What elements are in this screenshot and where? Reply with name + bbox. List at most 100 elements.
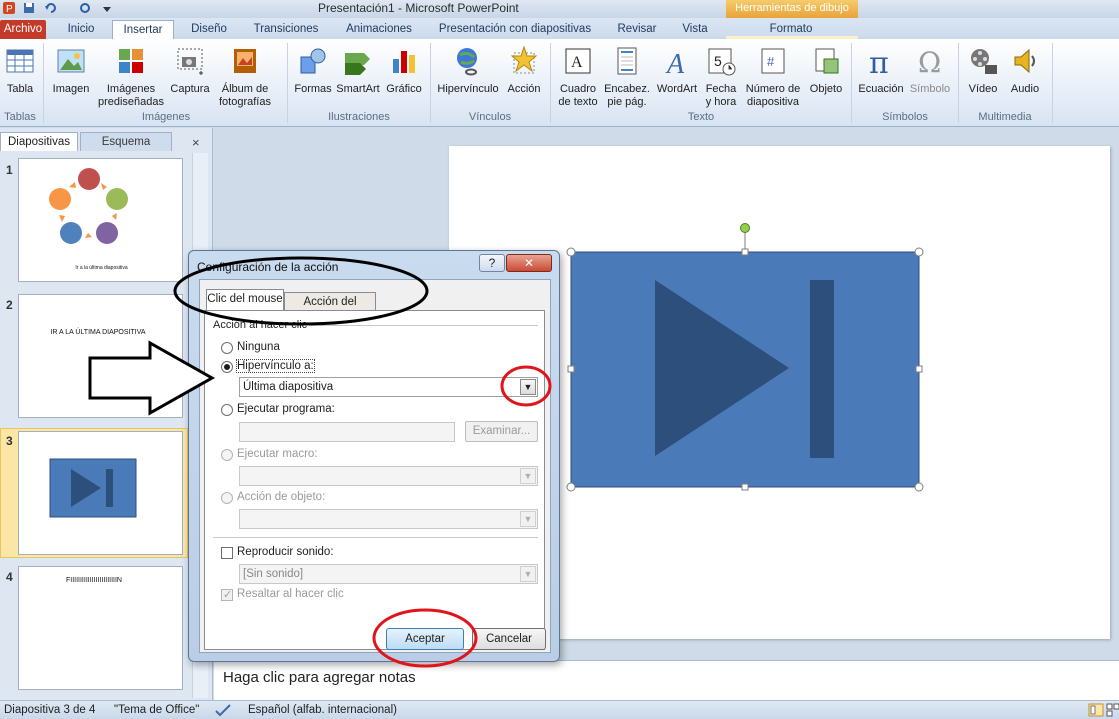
smartart-button[interactable]: SmartArt bbox=[336, 45, 380, 96]
slide-number: 3 bbox=[6, 434, 13, 448]
customize-toolbar-icon[interactable] bbox=[100, 1, 114, 15]
encabezado-pie-button[interactable]: Encabez. pie pág. bbox=[602, 45, 652, 109]
tab-revisar[interactable]: Revisar bbox=[612, 20, 662, 39]
sound-select[interactable]: [Sin sonido] ▼ bbox=[239, 564, 538, 584]
dropdown-arrow-icon[interactable]: ▼ bbox=[520, 379, 536, 395]
slide-thumbnail-2[interactable]: IR A LA ÚLTIMA DIAPOSITIVA bbox=[18, 294, 183, 418]
slide-number: 2 bbox=[6, 298, 13, 312]
normal-view-icon[interactable] bbox=[1088, 703, 1104, 717]
svg-text:A: A bbox=[571, 54, 583, 71]
tab-archivo[interactable]: Archivo bbox=[0, 20, 46, 39]
video-button[interactable]: Vídeo bbox=[962, 45, 1004, 96]
table-icon bbox=[6, 49, 34, 73]
slide-sorter-view-icon[interactable] bbox=[1106, 703, 1119, 717]
imagen-button[interactable]: Imagen bbox=[48, 45, 94, 96]
redo-icon[interactable] bbox=[78, 1, 92, 15]
slide-thumbnail-1[interactable]: Ir a la última diapositiva bbox=[18, 158, 183, 282]
label-resaltar[interactable]: Resaltar al hacer clic bbox=[237, 588, 344, 600]
play-sound-checkbox[interactable] bbox=[221, 547, 233, 559]
slide-number: 1 bbox=[6, 163, 13, 177]
dropdown-arrow-icon[interactable]: ▼ bbox=[520, 566, 536, 582]
label-ejecutar-programa[interactable]: Ejecutar programa: bbox=[237, 403, 335, 415]
group-multimedia: Multimedia bbox=[978, 111, 1032, 123]
spelling-check-icon[interactable] bbox=[214, 703, 232, 717]
label-hipervinculo[interactable]: Hipervínculo a: bbox=[236, 359, 315, 373]
label-ninguna[interactable]: Ninguna bbox=[237, 341, 280, 353]
click-action-panel: Acción al hacer clic Ninguna Hipervíncul… bbox=[204, 310, 545, 650]
undo-icon[interactable] bbox=[44, 1, 58, 15]
film-reel-icon bbox=[971, 49, 997, 74]
save-icon[interactable] bbox=[22, 1, 36, 15]
title-bar: P Presentación1 - Microsoft PowerPoint H… bbox=[0, 0, 1119, 18]
tab-clic-del-mouse[interactable]: Clic del mouse bbox=[206, 289, 284, 311]
ecuacion-button[interactable]: π Ecuación bbox=[856, 45, 906, 96]
pi-equation-icon: π bbox=[869, 46, 889, 81]
action-star-icon bbox=[510, 45, 538, 74]
group-tablas: Tablas bbox=[4, 111, 36, 123]
tab-vista[interactable]: Vista bbox=[676, 20, 714, 39]
tab-inicio[interactable]: Inicio bbox=[58, 20, 104, 39]
tab-accion-del-mouse[interactable]: Acción del mouse bbox=[284, 292, 376, 327]
screenshot-icon bbox=[177, 48, 203, 75]
imagenes-prediseñadas-button[interactable]: Imágenes prediseñadas bbox=[96, 45, 166, 109]
tab-presentacion[interactable]: Presentación con diapositivas bbox=[432, 20, 598, 39]
hipervinculo-button[interactable]: Hipervínculo bbox=[434, 45, 502, 96]
label-ejecutar-macro[interactable]: Ejecutar macro: bbox=[237, 448, 318, 460]
speaker-icon bbox=[1014, 48, 1035, 74]
close-pane-icon[interactable]: × bbox=[192, 135, 200, 150]
language-status[interactable]: Español (alfab. internacional) bbox=[248, 704, 397, 716]
slide-2-text: IR A LA ÚLTIMA DIAPOSITIVA bbox=[50, 329, 146, 336]
tab-formato[interactable]: Formato bbox=[760, 20, 822, 39]
audio-button[interactable]: Audio bbox=[1004, 45, 1046, 96]
dropdown-arrow-icon[interactable]: ▼ bbox=[520, 468, 536, 484]
slide-thumbnail-4[interactable]: FIIIIIIIIIIIIIIIIIIIIIIIIN bbox=[18, 566, 183, 690]
dropdown-arrow-icon[interactable]: ▼ bbox=[520, 511, 536, 527]
radio-ejecutar-programa[interactable] bbox=[221, 404, 233, 416]
program-path-input[interactable] bbox=[239, 422, 455, 442]
group-label: Acción al hacer clic bbox=[213, 319, 310, 331]
grafico-button[interactable]: Gráfico bbox=[382, 45, 426, 96]
label-accion-objeto[interactable]: Acción de objeto: bbox=[237, 491, 325, 503]
tab-diseno[interactable]: Diseño bbox=[184, 20, 234, 39]
slide-counter: Diapositiva 3 de 4 bbox=[4, 704, 96, 716]
cancelar-button[interactable]: Cancelar bbox=[472, 628, 546, 650]
notes-pane[interactable]: Haga clic para agregar notas bbox=[214, 660, 1119, 700]
objeto-button[interactable]: Objeto bbox=[806, 45, 846, 96]
tab-diapositivas[interactable]: Diapositivas bbox=[0, 132, 78, 151]
last-slide-button-thumb bbox=[49, 458, 137, 518]
radio-accion-objeto[interactable] bbox=[221, 492, 233, 504]
tab-esquema[interactable]: Esquema bbox=[80, 132, 172, 151]
accion-button[interactable]: Acción bbox=[504, 45, 544, 96]
svg-text:π: π bbox=[869, 46, 889, 77]
dialog-title: Configuración de la acción bbox=[197, 260, 339, 274]
cuadro-texto-button[interactable]: A Cuadro de texto bbox=[554, 45, 602, 109]
label-reproducir-sonido[interactable]: Reproducir sonido: bbox=[237, 546, 334, 558]
radio-ejecutar-macro[interactable] bbox=[221, 449, 233, 461]
slide-thumbnail-3[interactable] bbox=[18, 431, 183, 555]
album-fotografias-button[interactable]: Álbum de fotografías bbox=[212, 45, 278, 109]
hyperlink-target-select[interactable]: Última diapositiva ▼ bbox=[239, 377, 538, 397]
object-action-select[interactable]: ▼ bbox=[239, 509, 538, 529]
wordart-button[interactable]: A WordArt bbox=[654, 45, 700, 96]
macro-select[interactable]: ▼ bbox=[239, 466, 538, 486]
close-button[interactable]: ✕ bbox=[506, 254, 552, 272]
radio-ninguna[interactable] bbox=[221, 342, 233, 354]
picture-icon bbox=[57, 49, 85, 73]
tab-animaciones[interactable]: Animaciones bbox=[336, 20, 422, 39]
tab-insertar[interactable]: Insertar bbox=[112, 20, 174, 39]
action-settings-dialog: Configuración de la acción ? ✕ Clic del … bbox=[188, 250, 560, 662]
formas-button[interactable]: Formas bbox=[292, 45, 334, 96]
help-button[interactable]: ? bbox=[479, 254, 505, 272]
highlight-click-checkbox[interactable] bbox=[221, 588, 233, 601]
numero-diapositiva-button[interactable]: # Número de diapositiva bbox=[742, 45, 804, 109]
fecha-hora-button[interactable]: 5 Fecha y hora bbox=[702, 45, 740, 109]
examinar-button[interactable]: Examinar... bbox=[465, 421, 538, 442]
radio-hipervinculo[interactable] bbox=[221, 361, 233, 373]
dialog-body: Clic del mouse Acción del mouse Acción a… bbox=[199, 279, 551, 653]
captura-button[interactable]: Captura bbox=[168, 45, 212, 96]
simbolo-button[interactable]: Ω Símbolo bbox=[906, 45, 954, 96]
tab-transiciones[interactable]: Transiciones bbox=[246, 20, 326, 39]
tabla-button[interactable]: Tabla bbox=[2, 45, 38, 96]
aceptar-button[interactable]: Aceptar bbox=[386, 628, 464, 650]
clipart-icon bbox=[119, 49, 143, 73]
